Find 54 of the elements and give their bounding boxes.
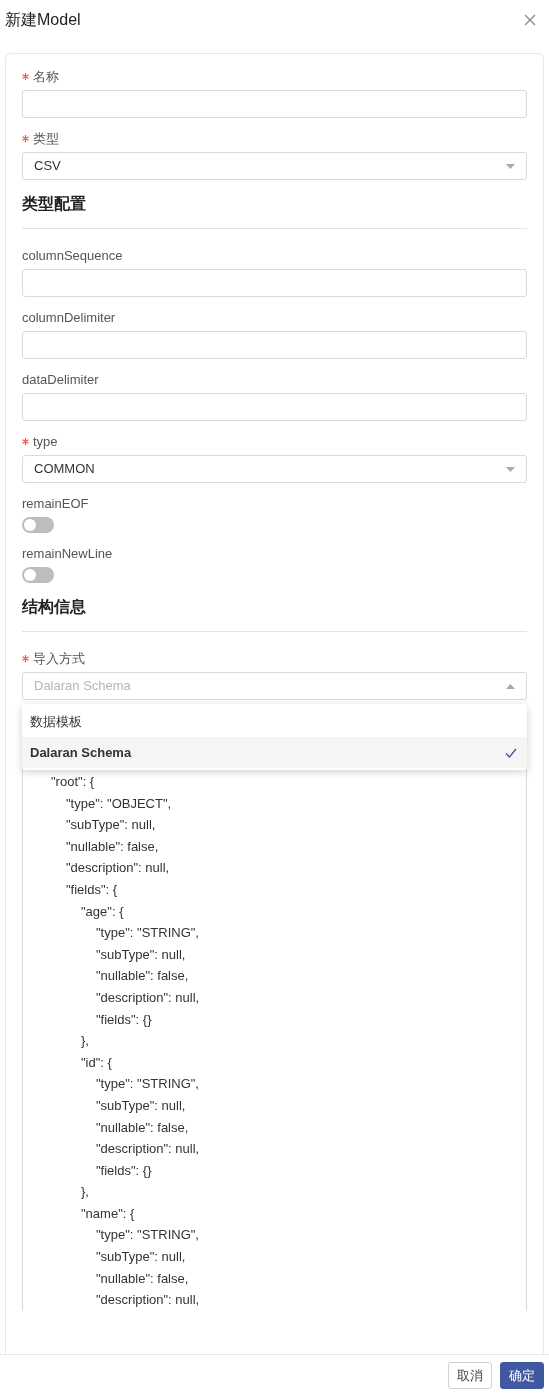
- code-line: "name": {: [80, 1204, 136, 1223]
- input-field[interactable]: [22, 90, 527, 118]
- code-line: "subType": null,: [95, 1096, 187, 1115]
- input-field[interactable]: [22, 331, 527, 359]
- code-line: "fields": {}: [95, 1161, 153, 1180]
- dropdown-option[interactable]: Dalaran Schema: [22, 737, 527, 768]
- code-line: "description": null,: [95, 988, 201, 1007]
- toggle-switch[interactable]: [22, 567, 54, 583]
- caret-icon: [506, 683, 515, 689]
- select-field[interactable]: COMMON: [22, 455, 527, 483]
- code-line: "description": null,: [95, 1140, 201, 1159]
- code-line: "nullable": false,: [95, 967, 190, 986]
- field-label: remainNewLine: [22, 545, 113, 562]
- close-icon[interactable]: [523, 13, 537, 27]
- input-field[interactable]: [22, 393, 527, 421]
- code-line: "type": "STRING",: [95, 924, 200, 943]
- field-label: 导入方式: [33, 650, 85, 667]
- code-line: },: [80, 1032, 90, 1051]
- code-line: "subType": null,: [95, 945, 187, 964]
- code-line: "fields": {}: [95, 1010, 153, 1029]
- field-label: 名称: [33, 68, 59, 85]
- section-heading: 类型配置: [22, 192, 527, 229]
- code-line: "root": {: [51, 773, 96, 791]
- caret-icon: [506, 163, 515, 169]
- select-field[interactable]: CSV: [22, 152, 527, 180]
- caret-icon: [506, 466, 515, 472]
- code-line: },: [80, 1183, 90, 1202]
- field-label: 类型: [33, 130, 59, 147]
- code-line: "description": null,: [95, 1291, 201, 1310]
- field-label: columnSequence: [22, 247, 123, 264]
- section-heading: 结构信息: [22, 595, 527, 632]
- code-line: "age": {: [80, 902, 125, 921]
- code-line: "description": null,: [65, 859, 171, 878]
- field-label: type: [33, 433, 58, 450]
- dropdown-option[interactable]: 数据模板: [22, 706, 527, 737]
- field-label: columnDelimiter: [22, 309, 116, 326]
- code-line: "nullable": false,: [65, 837, 160, 856]
- confirm-button[interactable]: 确定: [500, 1362, 544, 1389]
- code-line: "type": "STRING",: [95, 1075, 200, 1094]
- cancel-button[interactable]: 取消: [448, 1362, 492, 1389]
- code-line: "type": "STRING",: [95, 1226, 200, 1245]
- code-line: "type": "OBJECT",: [65, 794, 173, 813]
- toggle-switch[interactable]: [22, 517, 54, 533]
- field-label: remainEOF: [22, 495, 89, 512]
- code-line: "subType": null,: [95, 1248, 187, 1267]
- check-icon: [505, 747, 517, 758]
- dialog-title: 新建Model: [5, 10, 81, 30]
- code-line: "subType": null,: [65, 816, 157, 835]
- code-line: "id": {: [80, 1053, 113, 1072]
- field-label: dataDelimiter: [22, 371, 99, 388]
- input-field[interactable]: [22, 269, 527, 297]
- code-line: "nullable": false,: [95, 1118, 190, 1137]
- code-line: "nullable": false,: [95, 1269, 190, 1288]
- code-line: "fields": {: [65, 880, 119, 899]
